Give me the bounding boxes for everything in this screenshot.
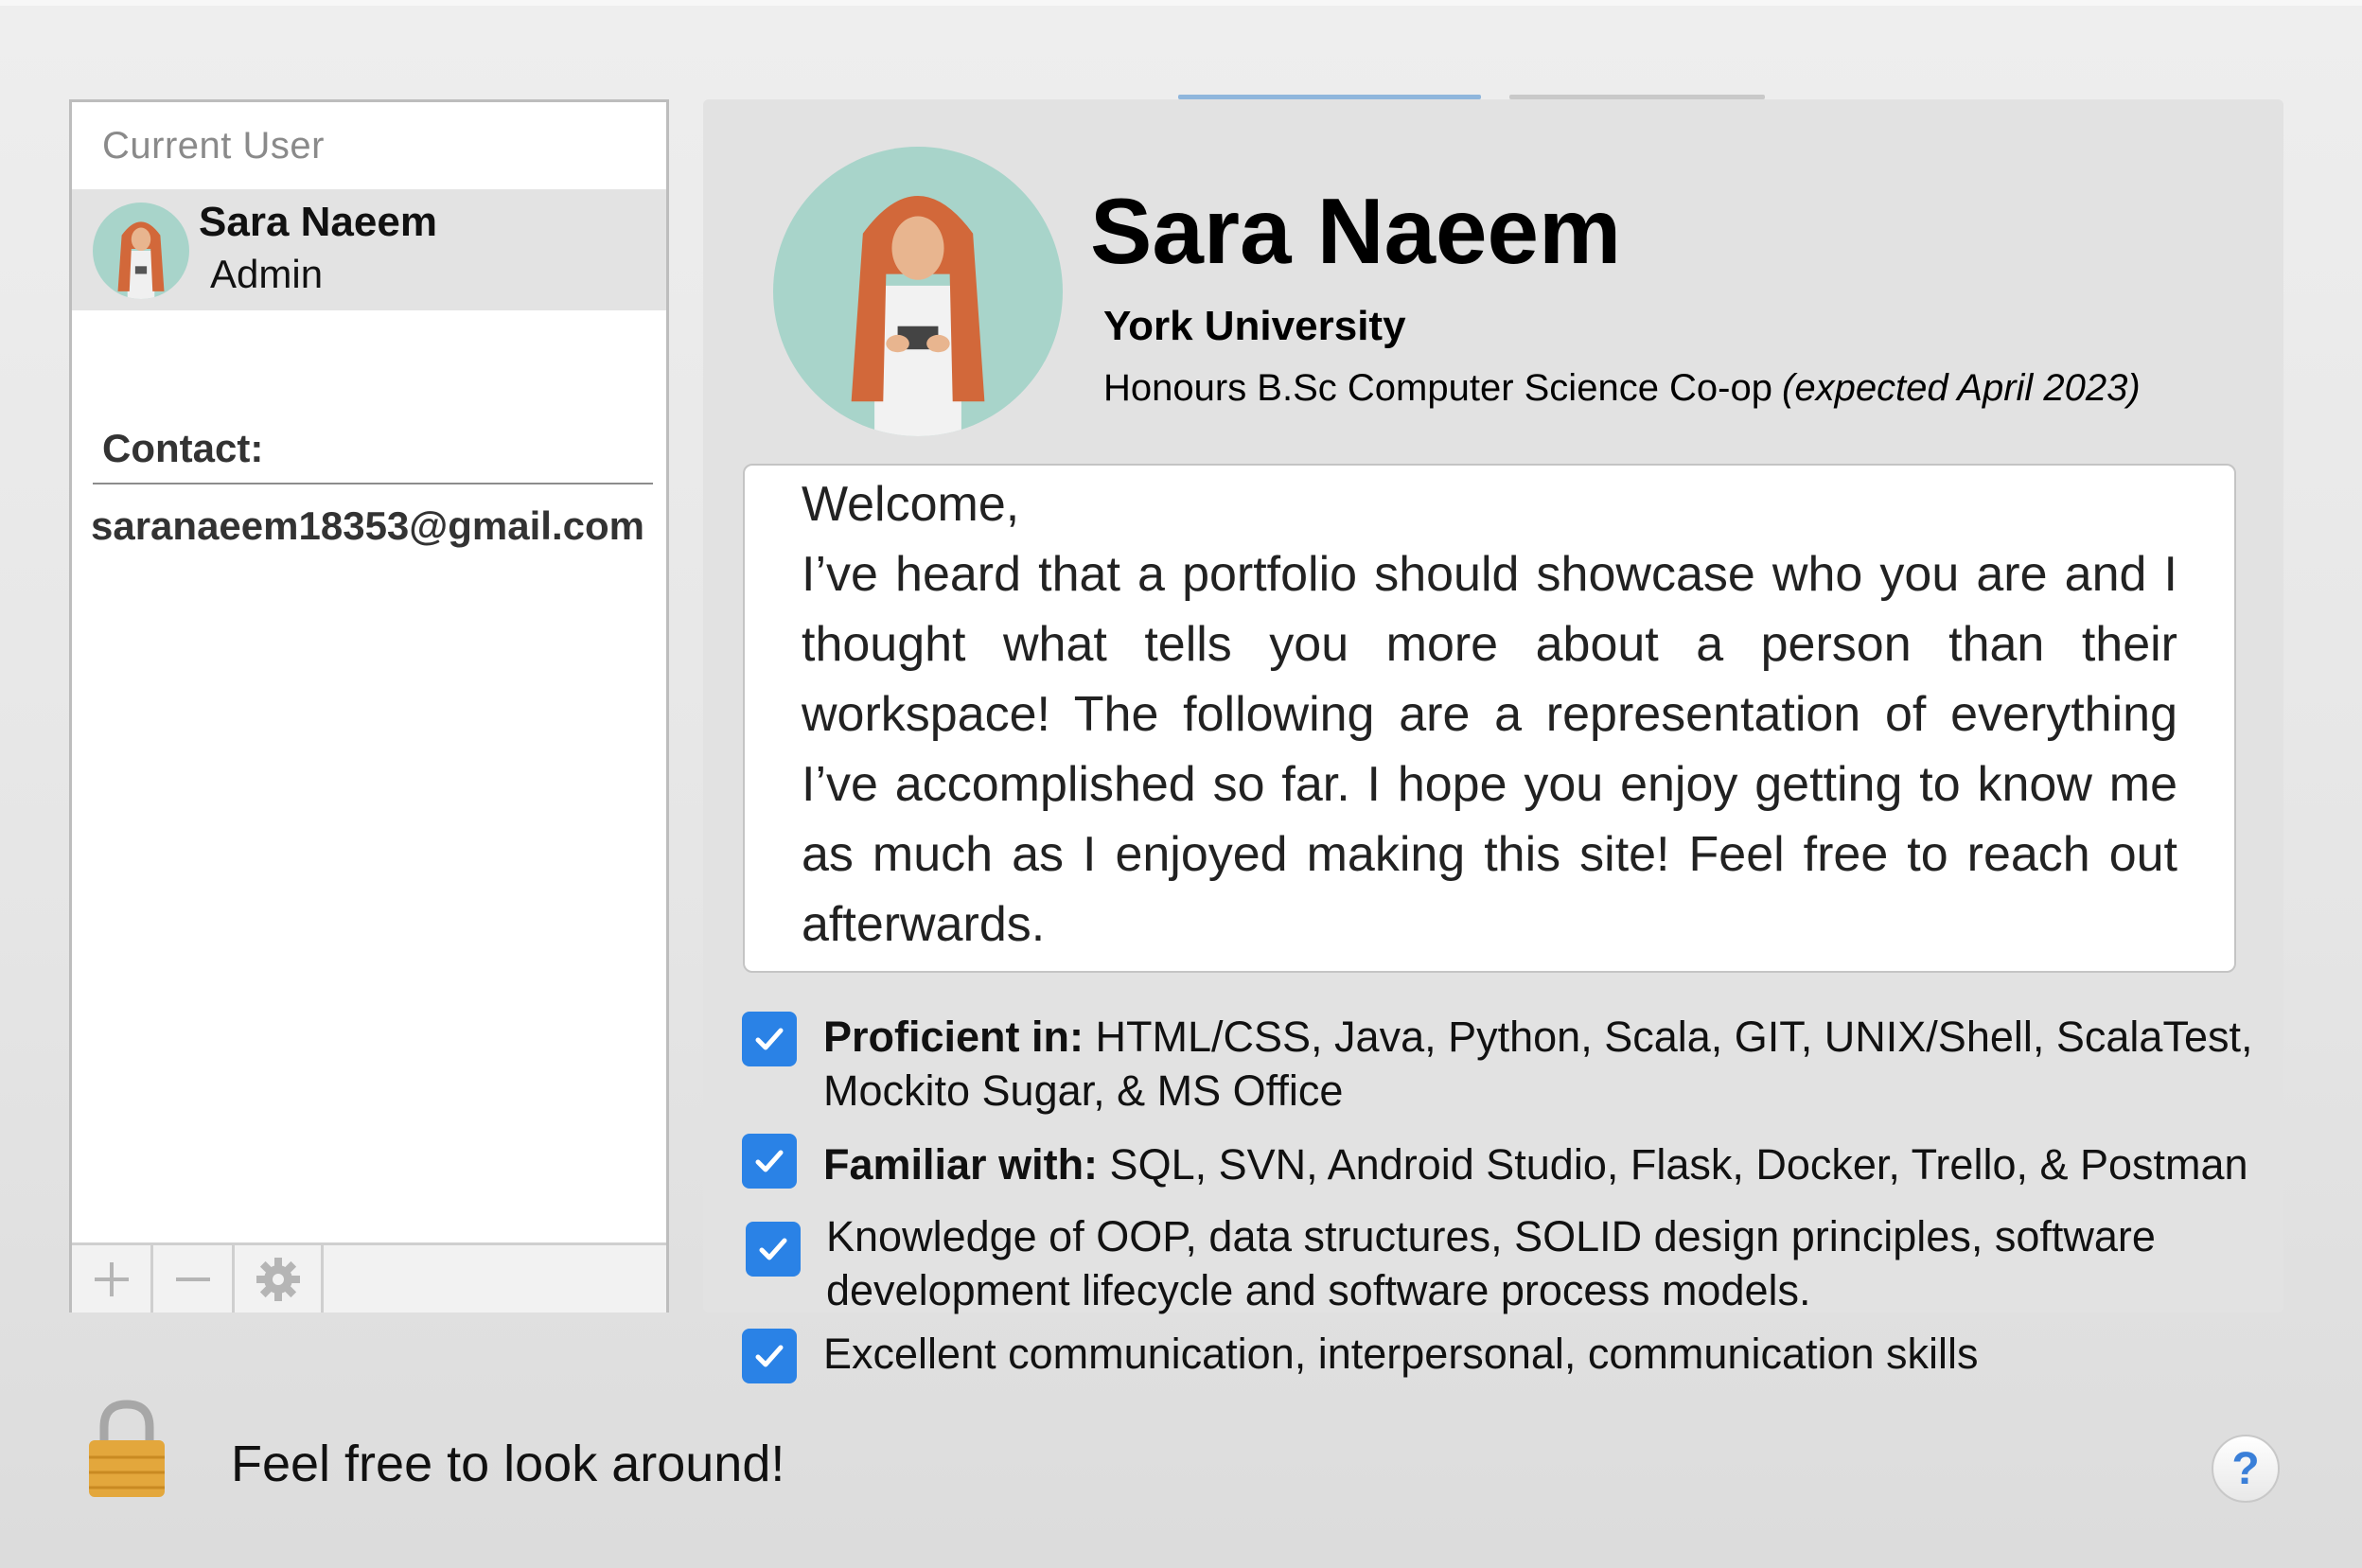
- lock-icon: [89, 1400, 165, 1497]
- plus-icon: [94, 1261, 129, 1296]
- skill-label: Familiar with:: [823, 1140, 1099, 1189]
- remove-user-button[interactable]: [153, 1245, 235, 1313]
- skill-text: Knowledge of OOP, data structures, SOLID…: [826, 1209, 2265, 1317]
- profile-program: Honours B.Sc Computer Science Co-op (expe…: [1103, 367, 2141, 410]
- program-name: Honours B.Sc Computer Science Co-op: [1103, 367, 1772, 409]
- skill-checkbox[interactable]: [742, 1012, 797, 1066]
- welcome-body: I’ve heard that a portfolio should showc…: [802, 547, 2177, 952]
- window-top-edge: [0, 0, 2362, 6]
- checkmark-icon: [755, 1028, 784, 1050]
- skill-checkbox[interactable]: [742, 1134, 797, 1189]
- skill-detail: SQL, SVN, Android Studio, Flask, Docker,…: [1098, 1140, 2248, 1189]
- skill-text: Proficient in: HTML/CSS, Java, Python, S…: [823, 1010, 2300, 1118]
- lock-button[interactable]: [85, 1399, 168, 1499]
- help-button[interactable]: ?: [2212, 1435, 2280, 1503]
- checkmark-icon: [755, 1345, 784, 1367]
- skill-checkbox[interactable]: [746, 1222, 801, 1277]
- gear-icon: [256, 1257, 300, 1301]
- welcome-title: Welcome,: [802, 477, 1020, 532]
- sidebar-toolbar: [72, 1242, 666, 1313]
- contact-email[interactable]: saranaeem18353@gmail.com: [91, 503, 644, 549]
- person-illustration: [117, 221, 165, 299]
- profile-photo: [773, 147, 1063, 436]
- divider: [93, 483, 653, 484]
- profile-name: Sara Naeem: [1090, 179, 1622, 283]
- minus-icon: [175, 1277, 210, 1281]
- skill-detail: Knowledge of OOP, data structures, SOLID…: [826, 1212, 2156, 1314]
- users-sidebar: Current User Sara Naeem Admin Contact: s…: [69, 99, 669, 1313]
- welcome-textbox[interactable]: Welcome, I’ve heard that a portfolio sho…: [743, 464, 2236, 973]
- sidebar-heading: Current User: [102, 125, 325, 167]
- add-user-button[interactable]: [72, 1245, 153, 1313]
- current-user-row[interactable]: Sara Naeem Admin: [72, 189, 666, 310]
- avatar: [93, 203, 189, 299]
- user-role: Admin: [210, 252, 324, 296]
- user-name: Sara Naeem: [199, 199, 437, 245]
- skill-checkbox[interactable]: [742, 1329, 797, 1383]
- profile-school: York University: [1103, 303, 1406, 349]
- lock-message: Feel free to look around!: [231, 1436, 785, 1492]
- skill-detail: Excellent communication, interpersonal, …: [823, 1330, 1979, 1378]
- checkmark-icon: [759, 1238, 787, 1260]
- skill-text: Familiar with: SQL, SVN, Android Studio,…: [823, 1137, 2300, 1191]
- person-illustration: [851, 196, 985, 436]
- skill-text: Excellent communication, interpersonal, …: [823, 1327, 2300, 1381]
- expected-graduation: (expected April 2023): [1782, 367, 2141, 409]
- contact-label: Contact:: [102, 426, 264, 470]
- skill-label: Proficient in:: [823, 1013, 1084, 1061]
- settings-button[interactable]: [235, 1245, 324, 1313]
- checkmark-icon: [755, 1150, 784, 1172]
